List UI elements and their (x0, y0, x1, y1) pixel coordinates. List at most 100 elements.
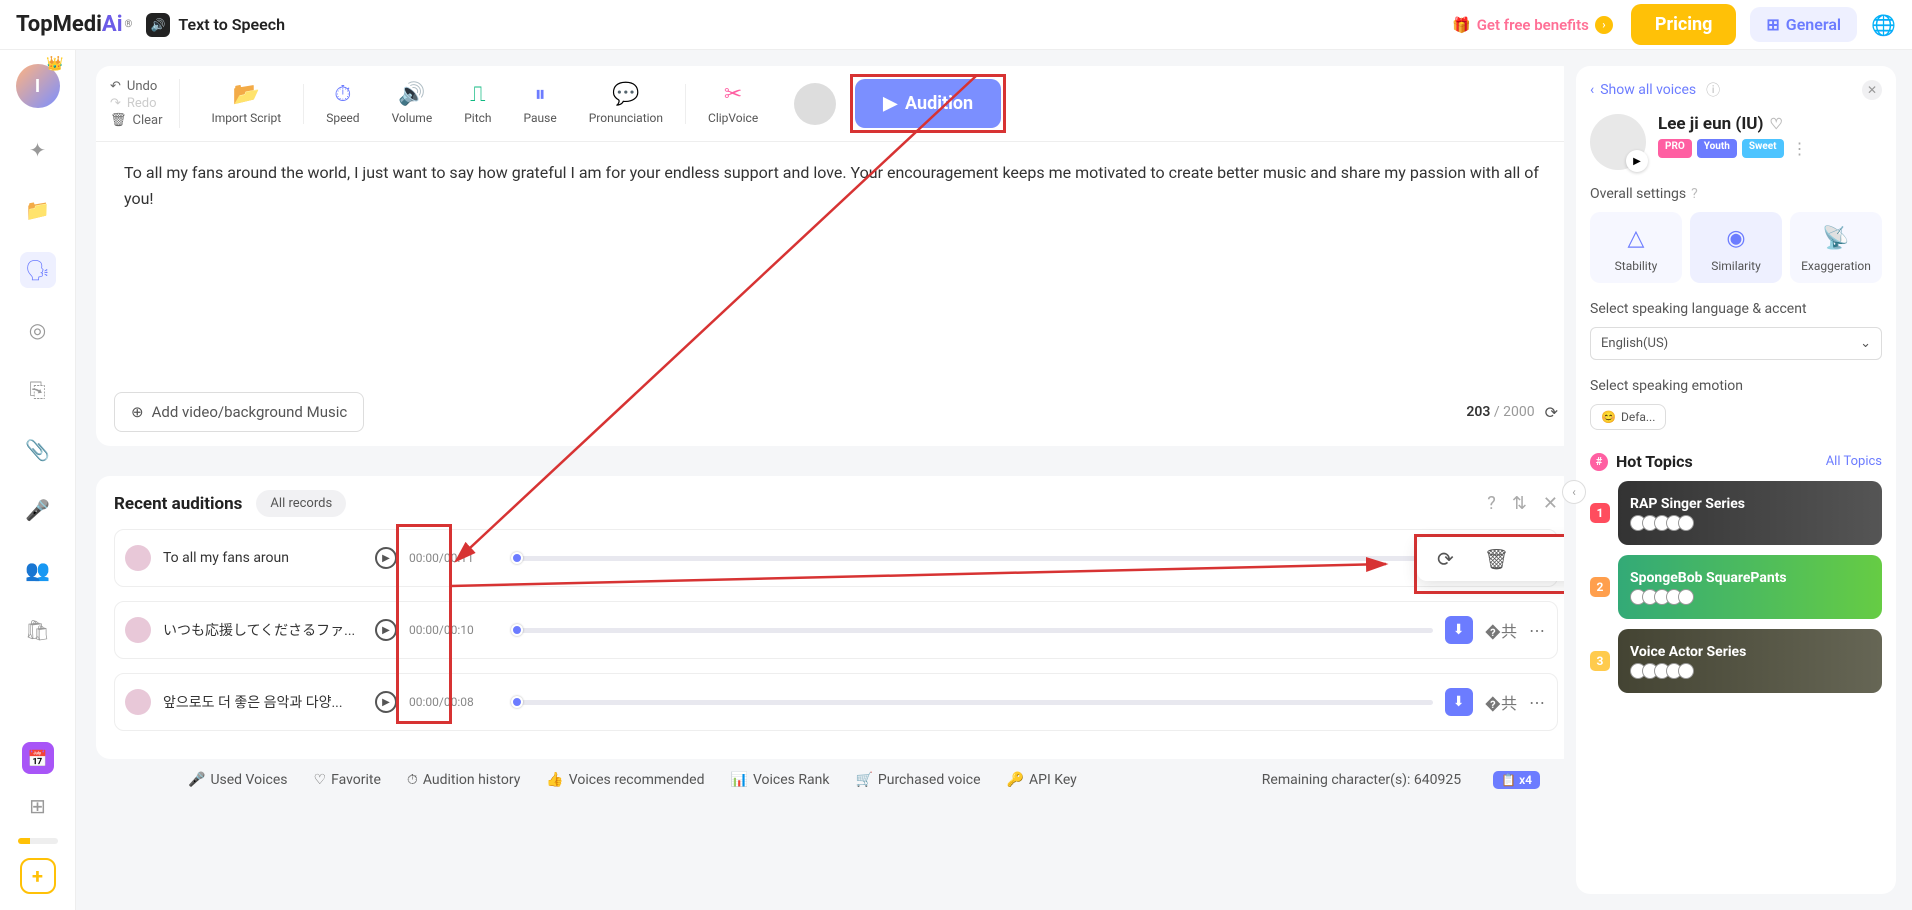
favorite-voice-icon[interactable]: ♡ (1769, 115, 1782, 133)
show-all-voices-link[interactable]: Show all voices (1600, 82, 1696, 98)
play-button[interactable]: ▶ (375, 547, 397, 569)
more-icon[interactable]: ⋯ (1529, 693, 1547, 712)
sidebar-wave-icon[interactable]: ◎ (20, 312, 56, 348)
clipvoice-button[interactable]: ✂ClipVoice (692, 82, 774, 125)
more-icon[interactable]: ⋯ (1529, 621, 1547, 640)
sidebar-folder-icon[interactable]: 📁 (20, 192, 56, 228)
pro-badge: PRO (1658, 139, 1692, 158)
undo-icon: ↶ (110, 79, 121, 94)
sidebar-calendar-icon[interactable]: 📅 (22, 742, 54, 774)
download-button[interactable]: ⬇ (1445, 616, 1473, 644)
sidebar-voice-icon[interactable]: 🗣 (20, 252, 56, 288)
purchased-voice-link[interactable]: 🛒Purchased voice (855, 772, 980, 788)
logo[interactable]: TopMediAi® (16, 12, 132, 37)
close-icon[interactable]: ✕ (1543, 493, 1558, 514)
sidebar-bag-icon[interactable]: 🛍 (20, 612, 56, 648)
share-icon[interactable]: �共 (1485, 690, 1517, 714)
back-icon[interactable]: ‹ (1590, 82, 1594, 98)
all-records-button[interactable]: All records (256, 490, 346, 517)
regenerate-icon[interactable]: ⟳ (1437, 547, 1454, 571)
play-button[interactable]: ▶ (375, 691, 397, 713)
gift-icon: 🎁 (1452, 16, 1471, 34)
sidebar-mic-icon[interactable]: 🎤 (20, 492, 56, 528)
pronunciation-button[interactable]: 💬Pronunciation (573, 82, 679, 125)
download-button[interactable]: ⬇ (1445, 688, 1473, 716)
sidebar-people-icon[interactable]: 👥 (20, 552, 56, 588)
redo-button[interactable]: ↷Redo (110, 96, 163, 111)
emotion-chip[interactable]: 😊Defa... (1590, 404, 1666, 430)
free-benefits-link[interactable]: 🎁 Get free benefits › (1452, 16, 1613, 34)
sort-icon[interactable]: ⇅ (1512, 493, 1527, 514)
refresh-icon[interactable]: ⟳ (1545, 403, 1558, 422)
crown-icon: 👑 (46, 56, 63, 72)
delete-icon[interactable]: 🗑 (1484, 547, 1509, 571)
api-key-link[interactable]: 🔑API Key (1007, 772, 1077, 788)
folder-icon: 📂 (233, 82, 260, 107)
add-media-button[interactable]: ⊕ Add video/background Music (114, 392, 364, 432)
x4-badge[interactable]: 📋 x4 (1493, 771, 1540, 789)
used-voices-link[interactable]: 🎤Used Voices (188, 772, 288, 788)
sidebar-add-button[interactable]: + (20, 858, 56, 894)
voice-name: Lee ji eun (IU)♡ (1658, 114, 1811, 134)
remaining-chars: Remaining character(s): 640925 (1262, 772, 1461, 788)
badge-menu-icon[interactable]: ⋮ (1789, 139, 1811, 158)
speed-button[interactable]: ⏱Speed (310, 82, 375, 125)
editor-card: ↶Undo ↷Redo 🗑Clear 📂Import Script ⏱Speed… (96, 66, 1564, 446)
exaggeration-setting[interactable]: 📡Exaggeration (1790, 212, 1882, 283)
general-button[interactable]: ⊞ General (1750, 7, 1857, 42)
voices-rank-link[interactable]: 📊Voices Rank (731, 772, 830, 788)
language-select[interactable]: English(US)⌄ (1590, 327, 1882, 360)
topic-row[interactable]: 3 Voice Actor Series (1590, 629, 1882, 693)
text-input[interactable]: To all my fans around the world, I just … (96, 142, 1564, 382)
all-topics-link[interactable]: All Topics (1826, 454, 1882, 469)
avatar-initial: I (35, 76, 40, 97)
undo-button[interactable]: ↶Undo (110, 79, 163, 94)
favorite-link[interactable]: ♡Favorite (314, 772, 381, 788)
voices-recommended-link[interactable]: 👍Voices recommended (546, 772, 704, 788)
emoji-icon: 😊 (1601, 410, 1616, 424)
topic-rank: 3 (1590, 651, 1610, 671)
play-button[interactable]: ▶ (375, 619, 397, 641)
sidebar-clone-icon[interactable]: ⎘ (20, 372, 56, 408)
help-icon[interactable]: ? (1487, 493, 1496, 514)
voice-avatar[interactable] (794, 83, 836, 125)
volume-button[interactable]: 🔊Volume (376, 82, 449, 125)
voice-icon: 🎤 (188, 772, 205, 788)
globe-icon[interactable]: 🌐 (1871, 13, 1896, 37)
topic-rank: 2 (1590, 577, 1610, 597)
share-icon[interactable]: �共 (1485, 618, 1517, 642)
info-icon[interactable]: ⓘ (1706, 80, 1720, 100)
audition-history-link[interactable]: ⏱Audition history (407, 772, 520, 788)
sidebar-wand-icon[interactable]: ✦ (20, 132, 56, 168)
close-panel-icon[interactable]: ✕ (1862, 80, 1882, 100)
pricing-button[interactable]: Pricing (1631, 4, 1736, 45)
audition-button[interactable]: ▶ Audition (855, 79, 1001, 128)
sidebar-attach-icon[interactable]: 📎 (20, 432, 56, 468)
logo-reg: ® (125, 19, 133, 30)
stability-setting[interactable]: △Stability (1590, 212, 1682, 283)
progress-bar[interactable] (511, 556, 1483, 561)
voice-preview-play-icon[interactable]: ▶ (1626, 150, 1648, 172)
progress-bar[interactable] (511, 628, 1433, 633)
help-icon[interactable]: ? (1691, 186, 1698, 202)
audition-row: To all my fans aroun ▶ 00:00/00:11 ⬇ (114, 529, 1558, 587)
similarity-setting[interactable]: ◉Similarity (1690, 212, 1782, 283)
pause-button[interactable]: ⏸Pause (508, 82, 573, 125)
progress-bar[interactable] (511, 700, 1433, 705)
tts-label: Text to Speech (178, 15, 285, 34)
clear-icon: 🗑 (110, 113, 127, 128)
row-text: To all my fans aroun (163, 550, 363, 566)
play-column-highlight (396, 524, 452, 724)
user-avatar[interactable]: I 👑 (16, 64, 60, 108)
pitch-button[interactable]: ⎍Pitch (448, 82, 507, 125)
clear-button[interactable]: 🗑Clear (110, 113, 163, 128)
arrow-right-icon: › (1595, 16, 1613, 34)
topic-row[interactable]: 2 SpongeBob SquarePants (1590, 555, 1882, 619)
row-avatar (125, 545, 151, 571)
import-script-button[interactable]: 📂Import Script (196, 82, 298, 125)
selected-voice-avatar[interactable]: ▶ (1590, 114, 1646, 170)
add-media-label: Add video/background Music (152, 403, 348, 421)
topic-row[interactable]: 1 RAP Singer Series (1590, 481, 1882, 545)
collapse-panel-button[interactable]: ‹ (1562, 480, 1586, 504)
sidebar-apps-icon[interactable]: ⊞ (20, 788, 56, 824)
